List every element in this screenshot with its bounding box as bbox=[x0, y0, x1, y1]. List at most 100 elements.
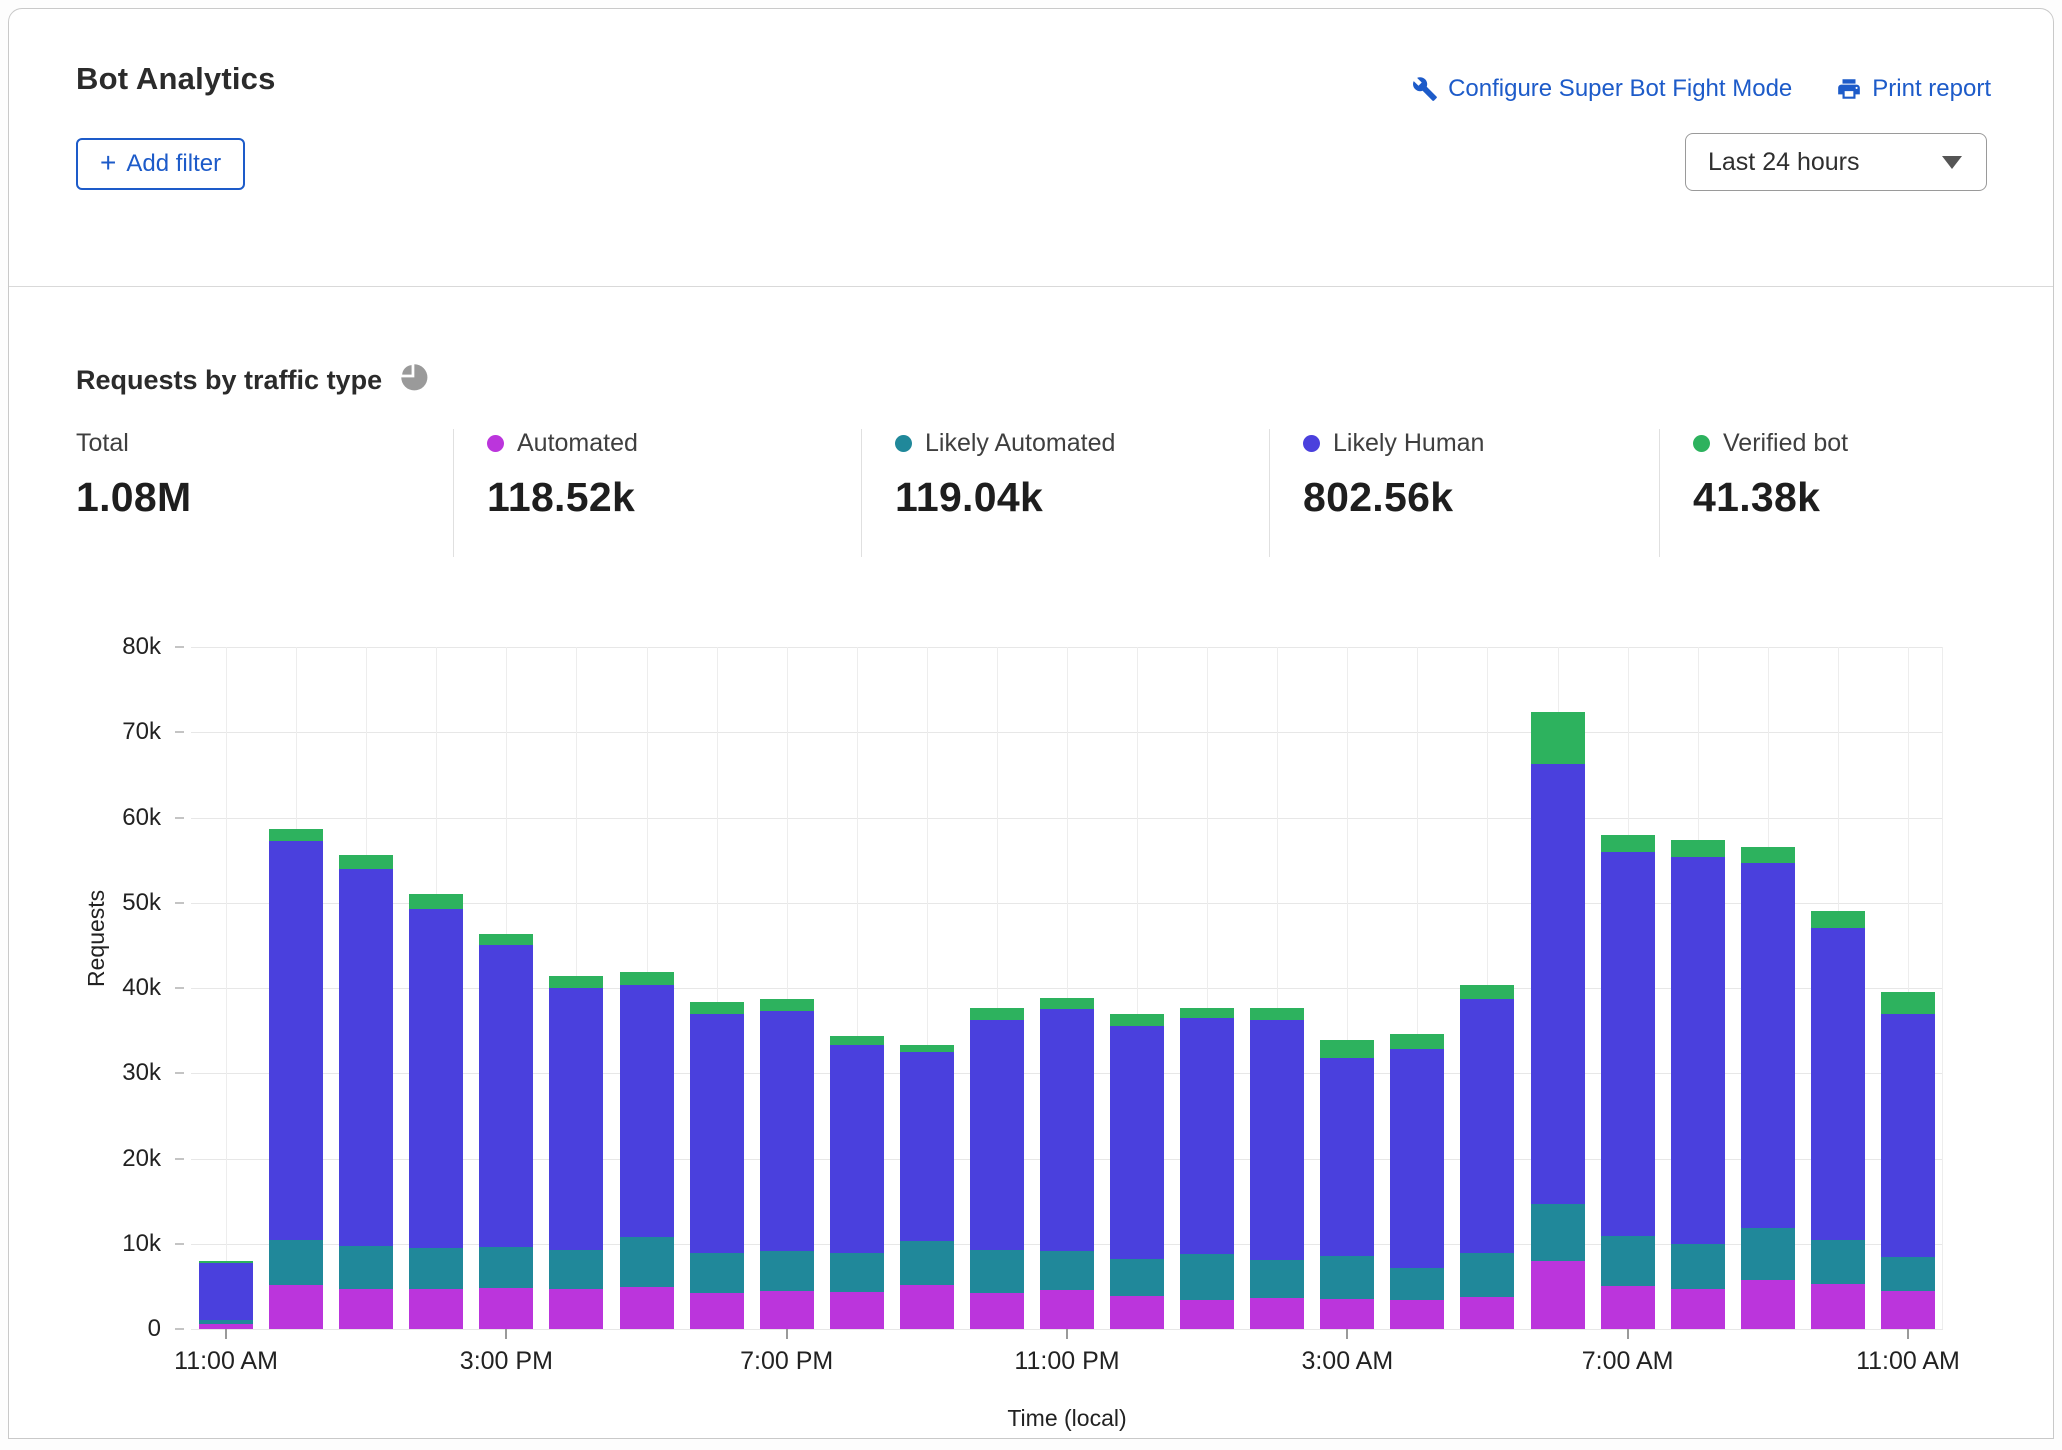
bar-3-00-pm bbox=[471, 647, 541, 1329]
likely-human-segment bbox=[970, 1020, 1024, 1250]
y-tick bbox=[175, 817, 184, 819]
bar-11-00-pm bbox=[1032, 647, 1102, 1329]
likely-human-segment bbox=[549, 988, 603, 1250]
x-tick-label: 3:00 AM bbox=[1237, 1347, 1457, 1376]
plus-icon: + bbox=[100, 149, 116, 177]
header-links: Configure Super Bot Fight Mode Print rep… bbox=[1412, 75, 1991, 103]
likely-automated-segment bbox=[690, 1253, 744, 1293]
likely-automated-segment bbox=[479, 1247, 533, 1288]
automated-segment bbox=[1320, 1299, 1374, 1329]
bar-9-00-pm bbox=[892, 647, 962, 1329]
likely-automated-segment bbox=[1040, 1251, 1094, 1289]
verified-bot-segment bbox=[339, 855, 393, 869]
likely-human-segment bbox=[830, 1045, 884, 1253]
automated-segment bbox=[1110, 1296, 1164, 1329]
stacked-bar bbox=[970, 1008, 1024, 1329]
likely-human-segment bbox=[269, 841, 323, 1241]
time-range-value: Last 24 hours bbox=[1708, 148, 1860, 177]
configure-super-bot-fight-mode-link[interactable]: Configure Super Bot Fight Mode bbox=[1412, 75, 1792, 103]
y-tick-label: 20k bbox=[41, 1159, 161, 1187]
bar-10-00-pm bbox=[962, 647, 1032, 1329]
verified-bot-segment bbox=[1601, 835, 1655, 852]
wrench-icon bbox=[1412, 76, 1438, 102]
stacked-bar bbox=[1390, 1034, 1444, 1329]
bar-1-00-pm bbox=[331, 647, 401, 1329]
likely-automated-segment bbox=[620, 1237, 674, 1287]
bar-6-00-pm bbox=[682, 647, 752, 1329]
stacked-bar bbox=[1110, 1014, 1164, 1329]
stacked-bar bbox=[1180, 1008, 1234, 1329]
stat-label: Likely Human bbox=[1333, 429, 1484, 458]
stat-value: 119.04k bbox=[895, 474, 1115, 521]
verified-bot-segment bbox=[760, 999, 814, 1011]
add-filter-button[interactable]: + Add filter bbox=[76, 138, 245, 190]
stacked-bar bbox=[1531, 712, 1585, 1329]
stacked-bar bbox=[830, 1036, 884, 1329]
stacked-bar bbox=[900, 1045, 954, 1329]
verified-bot-segment bbox=[1531, 712, 1585, 764]
print-report-link[interactable]: Print report bbox=[1836, 75, 1991, 103]
likely-automated-segment bbox=[1320, 1256, 1374, 1299]
stacked-bar bbox=[1320, 1040, 1374, 1329]
stat-automated: Automated118.52k bbox=[453, 429, 638, 557]
printer-icon bbox=[1836, 76, 1862, 102]
x-tick bbox=[225, 1329, 227, 1339]
bar-10-00-am bbox=[1803, 647, 1873, 1329]
y-tick-label: 80k bbox=[41, 647, 161, 675]
likely-automated-segment bbox=[760, 1251, 814, 1291]
verified-bot-segment bbox=[1671, 840, 1725, 857]
bar-6-00-am bbox=[1523, 647, 1593, 1329]
stacked-bar bbox=[1460, 985, 1514, 1329]
y-tick bbox=[175, 646, 184, 648]
likely-human-segment bbox=[690, 1014, 744, 1254]
verified-bot-segment bbox=[970, 1008, 1024, 1019]
x-tick-label: 11:00 PM bbox=[957, 1347, 1177, 1376]
bar-9-00-am bbox=[1733, 647, 1803, 1329]
x-tick-label: 7:00 PM bbox=[677, 1347, 897, 1376]
pie-chart-icon bbox=[398, 361, 432, 400]
automated-segment bbox=[1250, 1298, 1304, 1329]
likely-automated-segment bbox=[1531, 1204, 1585, 1261]
stacked-bar bbox=[1811, 911, 1865, 1329]
likely-automated-segment bbox=[549, 1250, 603, 1289]
y-tick-label: 70k bbox=[41, 732, 161, 760]
verified-bot-segment bbox=[269, 829, 323, 840]
bar-8-00-am bbox=[1663, 647, 1733, 1329]
x-tick-label: 11:00 AM bbox=[116, 1347, 336, 1376]
automated-segment bbox=[409, 1289, 463, 1329]
time-range-select[interactable]: Last 24 hours bbox=[1685, 133, 1987, 191]
chart-plot-area: 010k20k30k40k50k60k70k80k11:00 AM3:00 PM… bbox=[191, 647, 1943, 1329]
stacked-bar bbox=[1671, 840, 1725, 1329]
y-tick bbox=[175, 731, 184, 733]
likely-automated-segment bbox=[1601, 1236, 1655, 1285]
likely-human-segment bbox=[199, 1263, 253, 1319]
stacked-bar bbox=[479, 934, 533, 1329]
configure-link-label: Configure Super Bot Fight Mode bbox=[1448, 75, 1792, 103]
automated-segment bbox=[269, 1285, 323, 1329]
x-tick bbox=[1066, 1329, 1068, 1339]
likely-human-segment bbox=[1741, 863, 1795, 1229]
bar-3-00-am bbox=[1312, 647, 1382, 1329]
bar-5-00-am bbox=[1452, 647, 1522, 1329]
verified-bot-segment bbox=[1180, 1008, 1234, 1018]
verified-bot-segment bbox=[1811, 911, 1865, 928]
bar-7-00-am bbox=[1593, 647, 1663, 1329]
add-filter-label: Add filter bbox=[126, 150, 221, 178]
y-tick-label: 40k bbox=[41, 988, 161, 1016]
verified-bot-segment bbox=[1390, 1034, 1444, 1048]
likely-human-segment bbox=[1320, 1058, 1374, 1256]
verified-bot-segment bbox=[1881, 992, 1935, 1013]
section-title: Requests by traffic type bbox=[76, 365, 382, 396]
chevron-down-icon bbox=[1942, 156, 1962, 169]
verified-bot-segment bbox=[900, 1045, 954, 1052]
verified-bot-segment bbox=[409, 894, 463, 908]
automated-segment bbox=[970, 1293, 1024, 1329]
bar-11-00-am bbox=[1873, 647, 1943, 1329]
stat-value: 1.08M bbox=[76, 474, 191, 521]
requests-chart: Requests 010k20k30k40k50k60k70k80k11:00 … bbox=[9, 647, 2053, 1437]
bar-11-00-am bbox=[191, 647, 261, 1329]
likely-human-segment bbox=[1040, 1009, 1094, 1251]
likely-human-segment bbox=[760, 1011, 814, 1251]
legend-dot-icon bbox=[1303, 435, 1320, 452]
likely-automated-segment bbox=[1390, 1268, 1444, 1300]
